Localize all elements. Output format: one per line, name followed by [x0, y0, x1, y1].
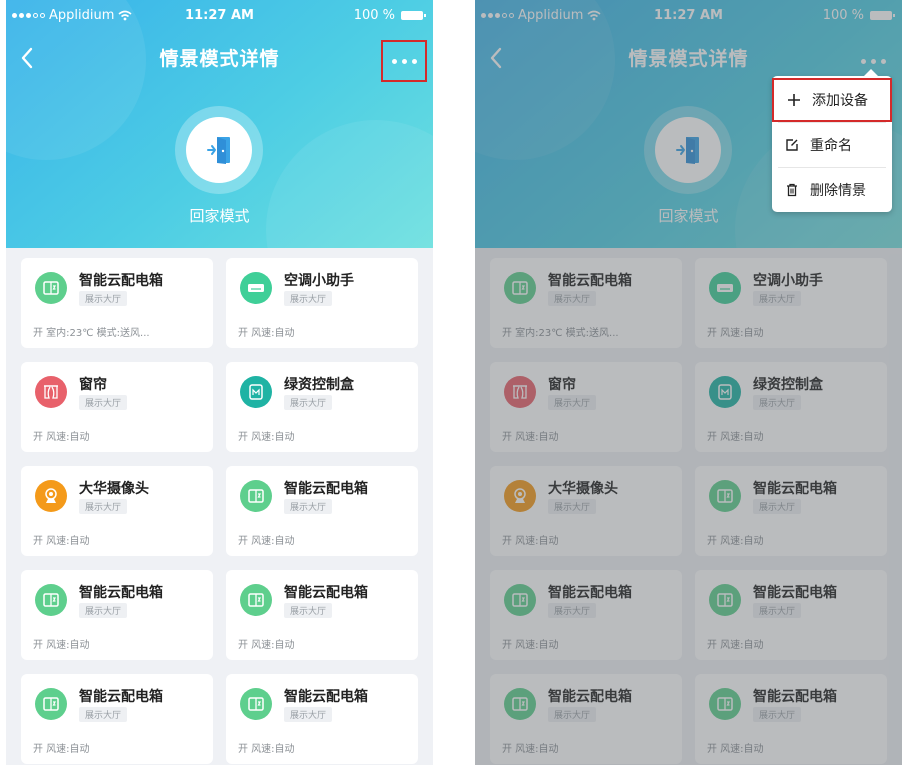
device-location-badge: 展示大厅 — [79, 395, 128, 410]
control-box-icon — [240, 376, 272, 408]
menu-item-label: 删除情景 — [810, 183, 866, 199]
device-card[interactable]: 智能云配电箱 展示大厅开 风速:自动 — [226, 570, 418, 660]
device-name: 智能云配电箱 — [284, 689, 368, 705]
device-location-badge: 展示大厅 — [284, 291, 333, 306]
device-card[interactable]: 智能云配电箱 展示大厅开 风速:自动 — [21, 570, 213, 660]
device-card[interactable]: 空调小助手展示大厅开 风速:自动 — [226, 258, 418, 348]
device-card[interactable]: 智能云配电箱 展示大厅开 室内:23℃ 模式:送风... — [21, 258, 213, 348]
device-location-badge: 展示大厅 — [79, 499, 128, 514]
door-icon — [207, 137, 230, 164]
device-card[interactable]: 智能云配电箱 展示大厅开 风速:自动 — [226, 674, 418, 764]
dot — [401, 58, 407, 64]
device-status: 开 风速:自动 — [33, 536, 90, 547]
device-status: 开 风速:自动 — [238, 328, 295, 339]
distribution-box-icon — [35, 272, 67, 304]
device-name: 智能云配电箱 — [284, 585, 368, 601]
device-name: 窗帘 — [79, 377, 107, 393]
device-card[interactable]: 智能云配电箱 展示大厅开 风速:自动 — [226, 466, 418, 556]
more-menu-button[interactable] — [381, 40, 427, 82]
scene-icon — [186, 117, 252, 183]
device-name: 智能云配电箱 — [79, 585, 163, 601]
distribution-box-icon — [35, 584, 67, 616]
device-card[interactable]: 窗帘展示大厅开 风速:自动 — [21, 362, 213, 452]
device-card[interactable]: 绿资控制盒展示大厅开 风速:自动 — [226, 362, 418, 452]
menu-item-delete-scene[interactable]: 删除情景 — [772, 168, 892, 212]
device-name: 智能云配电箱 — [79, 273, 163, 289]
header: Applidium 11:27 AM 100 % 情景模式详情 回家模式 — [6, 0, 433, 248]
device-card[interactable]: 大华摄像头展示大厅开 风速:自动 — [21, 466, 213, 556]
distribution-box-icon — [35, 688, 67, 720]
device-location-badge: 展示大厅 — [284, 395, 333, 410]
dot — [411, 58, 417, 64]
device-status: 开 室内:23℃ 模式:送风... — [33, 328, 150, 339]
device-status: 开 风速:自动 — [238, 744, 295, 755]
menu-item-label: 重命名 — [810, 138, 852, 154]
phone-screen-right: Applidium 11:27 AM 100 % 情景模式详情 回家模式 智能云… — [475, 0, 902, 765]
page-title: 情景模式详情 — [159, 48, 280, 70]
device-location-badge: 展示大厅 — [284, 603, 333, 618]
curtain-icon — [35, 376, 67, 408]
device-card[interactable]: 智能云配电箱 展示大厅开 风速:自动 — [21, 674, 213, 764]
trash-icon — [782, 183, 802, 197]
phone-screen-left: Applidium 11:27 AM 100 % 情景模式详情 回家模式 智能云… — [6, 0, 433, 765]
device-location-badge: 展示大厅 — [284, 499, 333, 514]
device-name: 大华摄像头 — [79, 481, 149, 497]
distribution-box-icon — [240, 584, 272, 616]
menu-item-label: 添加设备 — [812, 93, 868, 109]
battery-label: 100 % — [353, 8, 395, 23]
device-name: 智能云配电箱 — [284, 481, 368, 497]
device-name: 空调小助手 — [284, 273, 354, 289]
more-dropdown-menu: 添加设备 重命名 删除情景 — [772, 69, 892, 212]
device-location-badge: 展示大厅 — [284, 707, 333, 722]
status-bar: Applidium 11:27 AM 100 % — [6, 8, 433, 26]
device-location-badge: 展示大厅 — [79, 291, 128, 306]
device-location-badge: 展示大厅 — [79, 707, 128, 722]
distribution-box-icon — [240, 688, 272, 720]
plus-icon — [784, 93, 804, 107]
scene-name: 回家模式 — [189, 207, 250, 225]
menu-item-add-device[interactable]: 添加设备 — [772, 78, 892, 122]
camera-icon — [35, 480, 67, 512]
device-name: 绿资控制盒 — [284, 377, 354, 393]
battery-icon — [401, 11, 426, 20]
distribution-box-icon — [240, 480, 272, 512]
device-status: 开 风速:自动 — [33, 744, 90, 755]
device-name: 智能云配电箱 — [79, 689, 163, 705]
device-status: 开 风速:自动 — [238, 640, 295, 651]
edit-icon — [782, 138, 802, 152]
device-status: 开 风速:自动 — [238, 536, 295, 547]
device-status: 开 风速:自动 — [33, 432, 90, 443]
device-location-badge: 展示大厅 — [79, 603, 128, 618]
dot — [391, 58, 397, 64]
device-status: 开 风速:自动 — [33, 640, 90, 651]
menu-item-rename[interactable]: 重命名 — [772, 123, 892, 167]
device-status: 开 风速:自动 — [238, 432, 295, 443]
air-conditioner-icon — [240, 272, 272, 304]
